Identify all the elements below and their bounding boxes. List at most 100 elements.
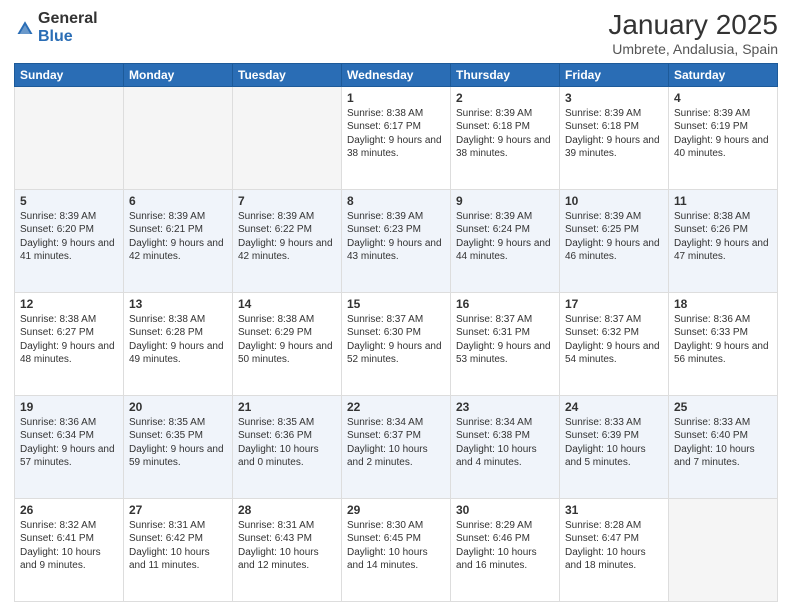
day-info: Sunrise: 8:36 AM Sunset: 6:34 PM Dayligh… — [20, 416, 118, 470]
day-info: Sunrise: 8:39 AM Sunset: 6:24 PM Dayligh… — [456, 210, 554, 264]
calendar-header-row: Sunday Monday Tuesday Wednesday Thursday… — [15, 63, 778, 86]
table-row: 29 Sunrise: 8:30 AM Sunset: 6:45 PM Dayli… — [342, 498, 451, 601]
day-number: 3 — [565, 91, 663, 105]
table-row: 23 Sunrise: 8:34 AM Sunset: 6:38 PM Dayli… — [451, 395, 560, 498]
table-row: 21 Sunrise: 8:35 AM Sunset: 6:36 PM Dayli… — [233, 395, 342, 498]
day-info: Sunrise: 8:38 AM Sunset: 6:29 PM Dayligh… — [238, 313, 336, 367]
day-info: Sunrise: 8:36 AM Sunset: 6:33 PM Dayligh… — [674, 313, 772, 367]
table-row: 13 Sunrise: 8:38 AM Sunset: 6:28 PM Dayli… — [124, 292, 233, 395]
table-row — [124, 86, 233, 189]
calendar-week-row: 5Sunrise: 8:39 AM Sunset: 6:20 PM Daylig… — [15, 189, 778, 292]
table-row: 31Sunrise: 8:28 AM Sunset: 6:47 PM Dayli… — [560, 498, 669, 601]
calendar-week-row: 12 Sunrise: 8:38 AM Sunset: 6:27 PM Dayli… — [15, 292, 778, 395]
day-info: Sunrise: 8:34 AM Sunset: 6:38 PM Dayligh… — [456, 416, 554, 470]
day-info: Sunrise: 8:39 AM Sunset: 6:19 PM Dayligh… — [674, 107, 772, 161]
day-info: Sunrise: 8:39 AM Sunset: 6:25 PM Dayligh… — [565, 210, 663, 264]
logo-icon — [16, 19, 34, 37]
day-info: Sunrise: 8:39 AM Sunset: 6:21 PM Dayligh… — [129, 210, 227, 264]
day-number: 30 — [456, 503, 554, 517]
day-number: 25 — [674, 400, 772, 414]
day-number: 12 — [20, 297, 118, 311]
day-number: 31 — [565, 503, 663, 517]
day-number: 1 — [347, 91, 445, 105]
day-info: Sunrise: 8:39 AM Sunset: 6:20 PM Dayligh… — [20, 210, 118, 264]
table-row: 28 Sunrise: 8:31 AM Sunset: 6:43 PM Dayli… — [233, 498, 342, 601]
calendar-week-row: 1 Sunrise: 8:38 AM Sunset: 6:17 PM Daylig… — [15, 86, 778, 189]
day-number: 10 — [565, 194, 663, 208]
day-number: 9 — [456, 194, 554, 208]
page: General Blue January 2025 Umbrete, Andal… — [0, 0, 792, 612]
calendar-table: Sunday Monday Tuesday Wednesday Thursday… — [14, 63, 778, 602]
table-row: 5Sunrise: 8:39 AM Sunset: 6:20 PM Daylig… — [15, 189, 124, 292]
day-number: 23 — [456, 400, 554, 414]
col-monday: Monday — [124, 63, 233, 86]
table-row: 3Sunrise: 8:39 AM Sunset: 6:18 PM Daylig… — [560, 86, 669, 189]
day-number: 22 — [347, 400, 445, 414]
day-info: Sunrise: 8:33 AM Sunset: 6:39 PM Dayligh… — [565, 416, 663, 470]
day-number: 7 — [238, 194, 336, 208]
day-number: 16 — [456, 297, 554, 311]
day-info: Sunrise: 8:38 AM Sunset: 6:26 PM Dayligh… — [674, 210, 772, 264]
day-info: Sunrise: 8:37 AM Sunset: 6:31 PM Dayligh… — [456, 313, 554, 367]
day-number: 27 — [129, 503, 227, 517]
day-info: Sunrise: 8:32 AM Sunset: 6:41 PM Dayligh… — [20, 519, 118, 573]
day-number: 8 — [347, 194, 445, 208]
day-number: 24 — [565, 400, 663, 414]
table-row: 26 Sunrise: 8:32 AM Sunset: 6:41 PM Dayli… — [15, 498, 124, 601]
table-row: 24 Sunrise: 8:33 AM Sunset: 6:39 PM Dayli… — [560, 395, 669, 498]
day-number: 19 — [20, 400, 118, 414]
day-info: Sunrise: 8:33 AM Sunset: 6:40 PM Dayligh… — [674, 416, 772, 470]
table-row: 14 Sunrise: 8:38 AM Sunset: 6:29 PM Dayli… — [233, 292, 342, 395]
day-number: 13 — [129, 297, 227, 311]
calendar-title: January 2025 — [608, 10, 778, 41]
col-thursday: Thursday — [451, 63, 560, 86]
calendar-week-row: 26 Sunrise: 8:32 AM Sunset: 6:41 PM Dayli… — [15, 498, 778, 601]
day-info: Sunrise: 8:29 AM Sunset: 6:46 PM Dayligh… — [456, 519, 554, 573]
day-number: 2 — [456, 91, 554, 105]
day-info: Sunrise: 8:38 AM Sunset: 6:27 PM Dayligh… — [20, 313, 118, 367]
calendar-week-row: 19 Sunrise: 8:36 AM Sunset: 6:34 PM Dayli… — [15, 395, 778, 498]
table-row — [233, 86, 342, 189]
day-number: 21 — [238, 400, 336, 414]
calendar-subtitle: Umbrete, Andalusia, Spain — [608, 41, 778, 57]
table-row: 16 Sunrise: 8:37 AM Sunset: 6:31 PM Dayli… — [451, 292, 560, 395]
table-row: 12 Sunrise: 8:38 AM Sunset: 6:27 PM Dayli… — [15, 292, 124, 395]
day-number: 17 — [565, 297, 663, 311]
logo: General Blue — [14, 10, 98, 45]
table-row — [15, 86, 124, 189]
table-row: 7 Sunrise: 8:39 AM Sunset: 6:22 PM Daylig… — [233, 189, 342, 292]
day-number: 28 — [238, 503, 336, 517]
day-info: Sunrise: 8:31 AM Sunset: 6:43 PM Dayligh… — [238, 519, 336, 573]
table-row: 2 Sunrise: 8:39 AM Sunset: 6:18 PM Daylig… — [451, 86, 560, 189]
logo-general: General — [38, 10, 98, 28]
logo-blue: Blue — [38, 28, 98, 46]
col-saturday: Saturday — [669, 63, 778, 86]
day-info: Sunrise: 8:38 AM Sunset: 6:28 PM Dayligh… — [129, 313, 227, 367]
day-info: Sunrise: 8:34 AM Sunset: 6:37 PM Dayligh… — [347, 416, 445, 470]
col-tuesday: Tuesday — [233, 63, 342, 86]
header: General Blue January 2025 Umbrete, Andal… — [14, 10, 778, 57]
table-row: 8 Sunrise: 8:39 AM Sunset: 6:23 PM Daylig… — [342, 189, 451, 292]
day-info: Sunrise: 8:39 AM Sunset: 6:18 PM Dayligh… — [456, 107, 554, 161]
day-info: Sunrise: 8:35 AM Sunset: 6:35 PM Dayligh… — [129, 416, 227, 470]
col-friday: Friday — [560, 63, 669, 86]
day-info: Sunrise: 8:39 AM Sunset: 6:22 PM Dayligh… — [238, 210, 336, 264]
day-info: Sunrise: 8:30 AM Sunset: 6:45 PM Dayligh… — [347, 519, 445, 573]
day-number: 26 — [20, 503, 118, 517]
table-row: 10 Sunrise: 8:39 AM Sunset: 6:25 PM Dayli… — [560, 189, 669, 292]
table-row: 22 Sunrise: 8:34 AM Sunset: 6:37 PM Dayli… — [342, 395, 451, 498]
table-row: 11Sunrise: 8:38 AM Sunset: 6:26 PM Dayli… — [669, 189, 778, 292]
day-info: Sunrise: 8:39 AM Sunset: 6:23 PM Dayligh… — [347, 210, 445, 264]
table-row — [669, 498, 778, 601]
title-block: January 2025 Umbrete, Andalusia, Spain — [608, 10, 778, 57]
day-info: Sunrise: 8:37 AM Sunset: 6:32 PM Dayligh… — [565, 313, 663, 367]
day-info: Sunrise: 8:38 AM Sunset: 6:17 PM Dayligh… — [347, 107, 445, 161]
table-row: 27Sunrise: 8:31 AM Sunset: 6:42 PM Dayli… — [124, 498, 233, 601]
table-row: 25 Sunrise: 8:33 AM Sunset: 6:40 PM Dayli… — [669, 395, 778, 498]
day-number: 29 — [347, 503, 445, 517]
day-number: 4 — [674, 91, 772, 105]
day-number: 6 — [129, 194, 227, 208]
table-row: 18Sunrise: 8:36 AM Sunset: 6:33 PM Dayli… — [669, 292, 778, 395]
day-info: Sunrise: 8:35 AM Sunset: 6:36 PM Dayligh… — [238, 416, 336, 470]
day-number: 14 — [238, 297, 336, 311]
